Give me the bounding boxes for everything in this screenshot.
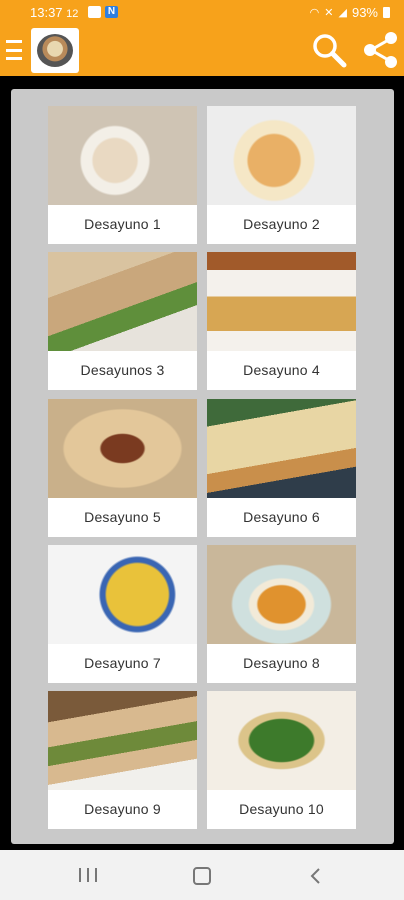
recipe-label: Desayuno 4 <box>243 362 320 378</box>
recipe-card[interactable]: Desayuno 5 <box>48 399 197 537</box>
recipe-image-scramble <box>48 545 197 644</box>
home-icon[interactable] <box>193 867 211 885</box>
mute-icon: ✕ <box>324 7 334 19</box>
recipe-label: Desayuno 1 <box>84 216 161 232</box>
recipe-image-pita <box>48 399 197 498</box>
signal-icon: ◢ <box>338 7 347 19</box>
recipe-card[interactable]: Desayuno 6 <box>207 399 356 537</box>
recipe-grid[interactable]: Desayuno 1 Desayuno 2 Desayunos 3 Desayu… <box>11 89 394 844</box>
recipe-card[interactable]: Desayuno 1 <box>48 106 197 244</box>
clock: 13:37 12 <box>30 5 79 20</box>
wifi-icon: ◠ <box>309 7 320 19</box>
recipe-label: Desayuno 5 <box>84 509 161 525</box>
app-toolbar <box>0 25 404 76</box>
recipe-card[interactable]: Desayuno 10 <box>207 691 356 829</box>
recipe-card[interactable]: Desayunos 3 <box>48 252 197 390</box>
hamburger-menu-icon[interactable] <box>6 40 22 60</box>
recipe-image-cake <box>207 545 356 644</box>
system-nav-bar <box>0 850 404 900</box>
search-icon[interactable] <box>310 31 348 69</box>
recipe-label: Desayuno 6 <box>243 509 320 525</box>
battery-percent: 93% <box>351 5 378 20</box>
recipe-card[interactable]: Desayuno 9 <box>48 691 197 829</box>
recipe-label: Desayuno 10 <box>239 801 324 817</box>
recipe-image-tortilla <box>207 252 356 351</box>
recipe-label: Desayuno 2 <box>243 216 320 232</box>
recipe-label: Desayunos 3 <box>80 362 165 378</box>
battery-icon <box>383 7 390 18</box>
system-indicators: ◠ ✕ ◢ 93% <box>310 5 390 20</box>
recipe-image-sandwich <box>48 691 197 790</box>
recent-apps-icon[interactable] <box>79 868 97 882</box>
app-logo <box>31 28 79 73</box>
recipe-card[interactable]: Desayuno 7 <box>48 545 197 683</box>
recipe-card[interactable]: Desayuno 8 <box>207 545 356 683</box>
recipe-image-chickpea-salad <box>207 691 356 790</box>
recipe-label: Desayuno 9 <box>84 801 161 817</box>
recipe-image-pancakes <box>207 106 356 205</box>
recipe-label: Desayuno 7 <box>84 655 161 671</box>
gallery-notification-icon <box>88 6 101 18</box>
recipe-card[interactable]: Desayuno 4 <box>207 252 356 390</box>
n-notification-icon: N <box>105 6 118 18</box>
toolbar-divider <box>0 76 404 88</box>
recipe-label: Desayuno 8 <box>243 655 320 671</box>
recipe-image-quiche <box>207 399 356 498</box>
recipe-card[interactable]: Desayuno 2 <box>207 106 356 244</box>
back-icon[interactable] <box>308 867 324 885</box>
recipe-image-wraps <box>48 252 197 351</box>
notification-icons: N <box>88 6 118 18</box>
status-bar: 13:37 12 N ◠ ✕ ◢ 93% <box>0 0 404 25</box>
share-icon[interactable] <box>361 31 399 69</box>
recipe-image-oatmeal-berries <box>48 106 197 205</box>
